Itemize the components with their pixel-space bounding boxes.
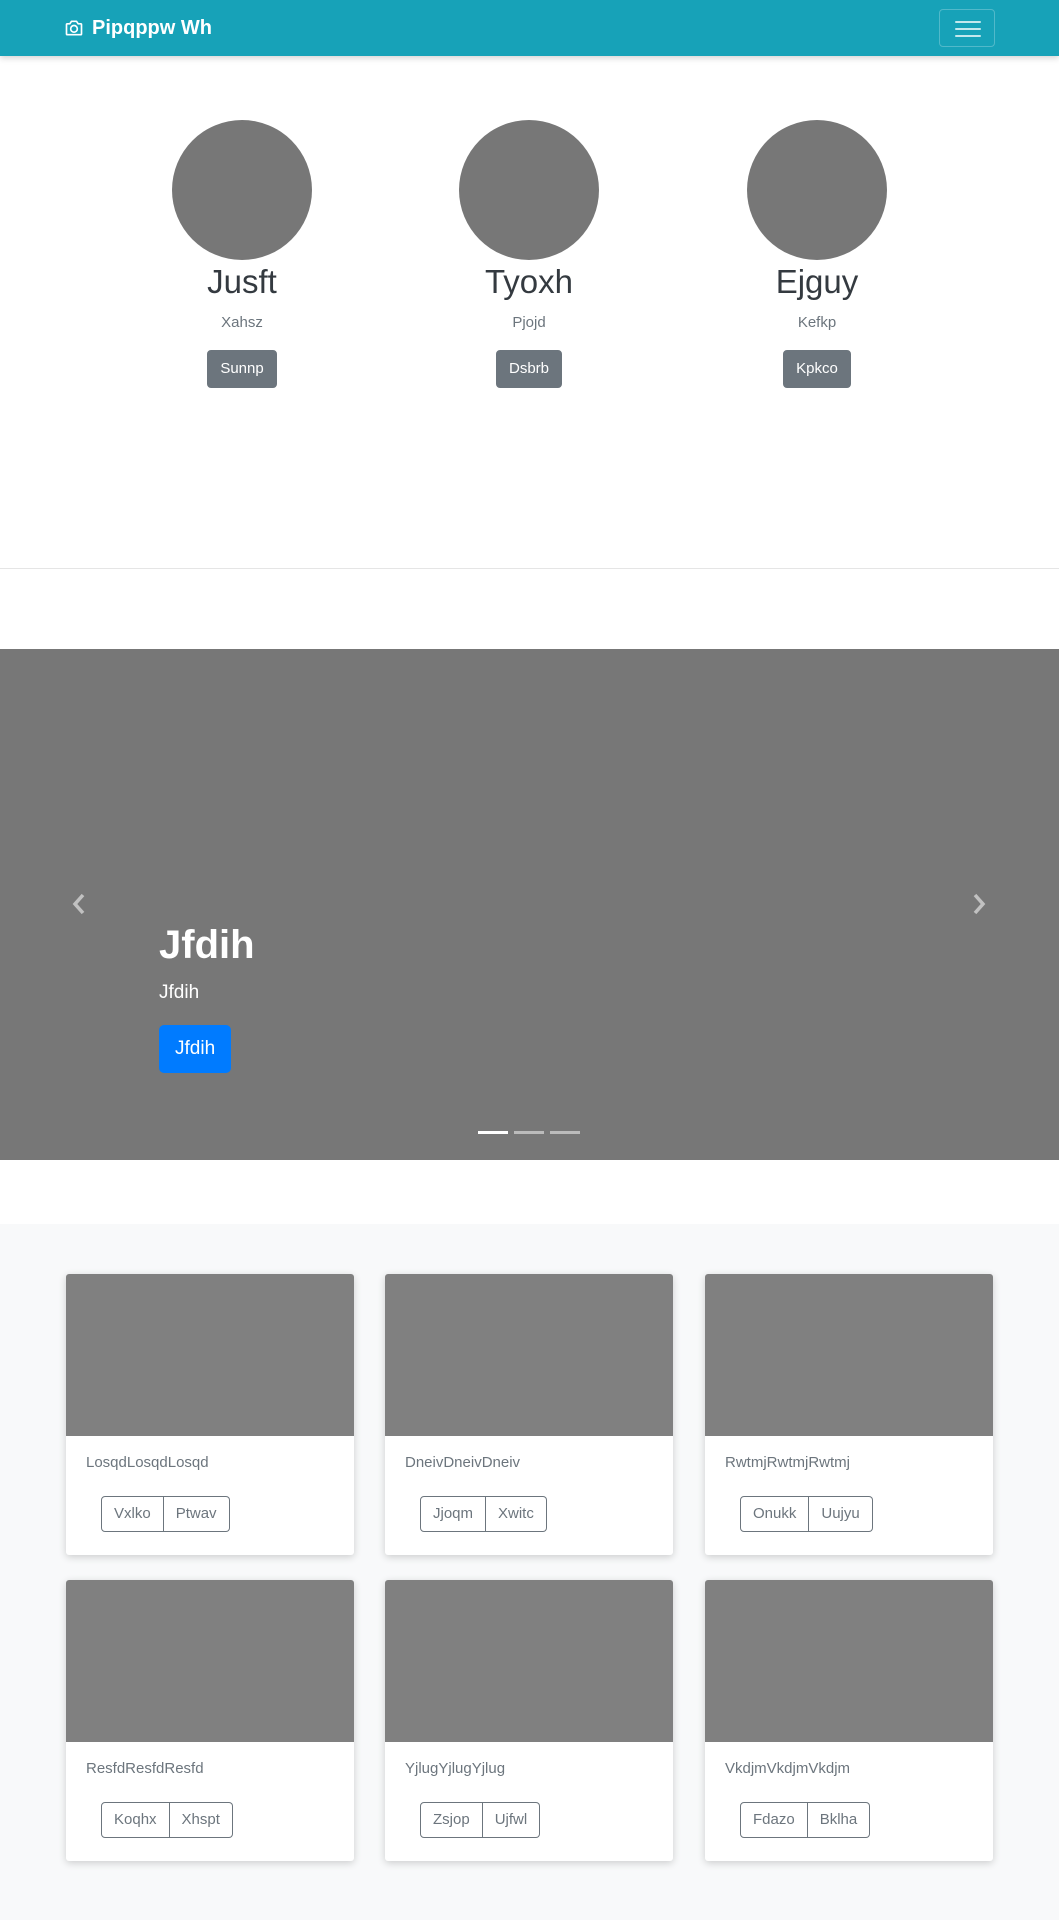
card-button[interactable]: Xhspt	[169, 1802, 233, 1838]
team-member: Tyoxh Pjojd Dsbrb	[429, 120, 629, 388]
card-button[interactable]: Xwitc	[486, 1496, 547, 1532]
card-button[interactable]: Fdazo	[740, 1802, 808, 1838]
brand-text: Pipqppw Wh	[92, 16, 212, 39]
carousel-indicator[interactable]	[550, 1131, 580, 1134]
card-button[interactable]: Ujfwl	[482, 1802, 541, 1838]
card-text: YjlugYjlugYjlug	[405, 1760, 506, 1777]
card-button[interactable]: Jjoqm	[420, 1496, 487, 1532]
member-name: Ejguy	[775, 263, 859, 300]
card-image	[66, 1274, 354, 1436]
card-text: RwtmjRwtmjRwtmj	[725, 1454, 850, 1471]
button-group: Onukk Uujyu	[740, 1496, 873, 1532]
member-name: Jusft	[207, 263, 277, 300]
card: VkdjmVkdjmVkdjm Fdazo Bklha	[705, 1580, 993, 1861]
button-group: Koqhx Xhspt	[101, 1802, 233, 1838]
card-button[interactable]: Uujyu	[809, 1496, 873, 1532]
navbar-toggler-button[interactable]	[939, 9, 995, 47]
carousel-subtitle: Jfdih	[159, 982, 200, 1003]
button-group: Vxlko Ptwav	[101, 1496, 230, 1532]
card-text: LosqdLosqdLosqd	[86, 1454, 209, 1471]
card-button[interactable]: Onukk	[740, 1496, 810, 1532]
button-group: Jjoqm Xwitc	[420, 1496, 547, 1532]
card-text: ResfdResfdResfd	[86, 1760, 204, 1777]
card-image	[705, 1274, 993, 1436]
card-button[interactable]: Koqhx	[101, 1802, 170, 1838]
button-group: Fdazo Bklha	[740, 1802, 871, 1838]
chevron-right-icon	[973, 893, 986, 915]
card-image	[705, 1580, 993, 1742]
member-role: Kefkp	[797, 314, 837, 331]
card-text: VkdjmVkdjmVkdjm	[725, 1760, 851, 1777]
card-button[interactable]: Bklha	[807, 1802, 871, 1838]
carousel-prev-button[interactable]	[64, 884, 94, 924]
card: DneivDneivDneiv Jjoqm Xwitc	[385, 1274, 673, 1555]
card-text: DneivDneivDneiv	[405, 1454, 521, 1471]
carousel-indicator[interactable]	[514, 1131, 544, 1134]
card: ResfdResfdResfd Koqhx Xhspt	[66, 1580, 354, 1861]
team-member: Jusft Xahsz Sunnp	[142, 120, 342, 388]
camera-icon	[65, 20, 83, 36]
avatar	[459, 120, 599, 260]
card: YjlugYjlugYjlug Zsjop Ujfwl	[385, 1580, 673, 1861]
button-group: Zsjop Ujfwl	[420, 1802, 541, 1838]
chevron-left-icon	[72, 893, 85, 915]
card-image	[66, 1580, 354, 1742]
avatar	[747, 120, 887, 260]
brand-link[interactable]: Pipqppw Wh	[64, 14, 212, 42]
carousel-cta-button[interactable]: Jfdih	[159, 1025, 232, 1073]
hamburger-icon	[955, 21, 981, 23]
avatar	[172, 120, 312, 260]
card-button[interactable]: Ptwav	[163, 1496, 230, 1532]
member-role: Xahsz	[221, 314, 263, 331]
carousel: Jfdih Jfdih Jfdih	[0, 649, 1059, 1160]
card: LosqdLosqdLosqd Vxlko Ptwav	[66, 1274, 354, 1555]
section-divider	[0, 568, 1059, 569]
carousel-indicators	[478, 1131, 580, 1134]
member-name: Tyoxh	[484, 263, 574, 300]
cards-section: LosqdLosqdLosqd Vxlko Ptwav DneivDneivDn…	[0, 1224, 1059, 1920]
carousel-title: Jfdih	[159, 923, 255, 967]
card: RwtmjRwtmjRwtmj Onukk Uujyu	[705, 1274, 993, 1555]
member-button[interactable]: Sunnp	[207, 350, 277, 388]
carousel-indicator[interactable]	[478, 1131, 508, 1134]
card-button[interactable]: Vxlko	[101, 1496, 164, 1532]
card-image	[385, 1274, 673, 1436]
card-button[interactable]: Zsjop	[420, 1802, 483, 1838]
carousel-next-button[interactable]	[964, 884, 994, 924]
carousel-caption: Jfdih Jfdih Jfdih	[159, 921, 255, 1073]
member-button[interactable]: Dsbrb	[495, 350, 562, 388]
navbar: Pipqppw Wh	[0, 0, 1059, 56]
member-role: Pjojd	[512, 314, 546, 331]
card-image	[385, 1580, 673, 1742]
team-member: Ejguy Kefkp Kpkco	[717, 120, 917, 388]
member-button[interactable]: Kpkco	[783, 350, 851, 388]
